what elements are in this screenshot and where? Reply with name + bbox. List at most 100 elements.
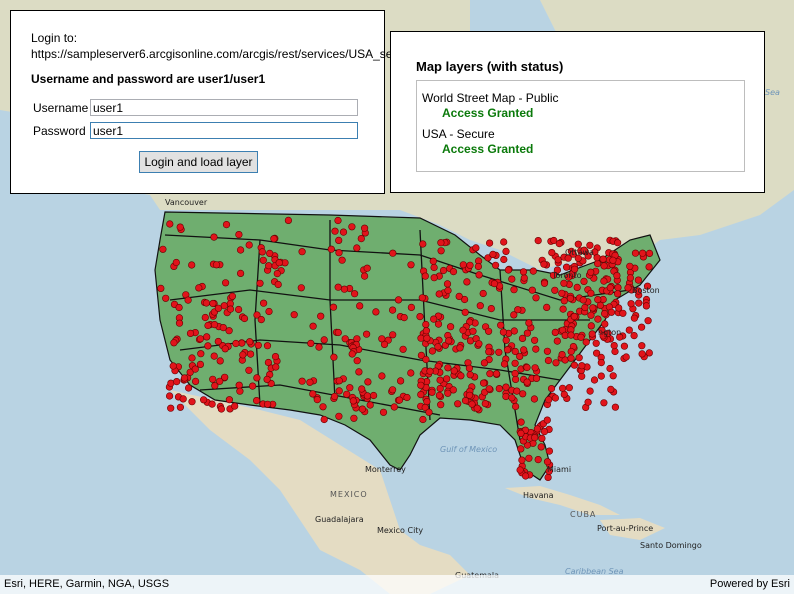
feature-point xyxy=(474,262,483,271)
feature-point xyxy=(510,286,518,294)
password-input[interactable] xyxy=(90,122,358,139)
feature-point xyxy=(537,443,545,451)
feature-point xyxy=(447,323,455,331)
feature-point xyxy=(625,326,633,334)
feature-point xyxy=(631,249,640,257)
layers-list[interactable]: World Street Map - Public Access Granted… xyxy=(416,80,745,172)
feature-point xyxy=(225,327,233,335)
feature-point xyxy=(485,348,493,356)
feature-point xyxy=(339,228,348,236)
feature-point xyxy=(210,233,218,241)
feature-point xyxy=(361,224,369,232)
feature-point xyxy=(577,333,585,341)
feature-point xyxy=(338,256,346,264)
feature-point xyxy=(259,256,267,264)
feature-point xyxy=(469,327,477,335)
feature-point xyxy=(236,387,244,395)
feature-point xyxy=(481,400,489,408)
label-havana: Havana xyxy=(523,491,554,500)
feature-point xyxy=(238,339,246,347)
feature-point xyxy=(642,302,651,310)
layer-name: World Street Map - Public xyxy=(422,91,559,105)
feature-point xyxy=(504,266,513,274)
username-input[interactable] xyxy=(90,99,358,116)
feature-point xyxy=(186,329,195,338)
feature-point xyxy=(395,396,404,404)
feature-point xyxy=(489,250,497,258)
feature-point xyxy=(597,359,605,367)
label-toronto: Toronto xyxy=(551,271,582,280)
feature-point xyxy=(600,399,608,407)
feature-point xyxy=(500,238,508,246)
feature-point xyxy=(570,312,578,321)
feature-point xyxy=(486,370,494,378)
feature-point xyxy=(366,401,374,409)
feature-point xyxy=(422,355,430,364)
label-sea: Sea xyxy=(765,88,780,97)
feature-point xyxy=(560,390,568,399)
feature-point xyxy=(419,240,427,248)
feature-point xyxy=(587,268,595,276)
feature-point xyxy=(216,357,224,365)
label-mexico: MEXICO xyxy=(330,490,368,499)
feature-point xyxy=(520,274,528,282)
label-washington: ngton xyxy=(598,328,621,337)
feature-point xyxy=(222,221,231,229)
feature-point xyxy=(584,398,592,406)
feature-point xyxy=(490,280,499,288)
feature-point xyxy=(547,385,556,393)
feature-point xyxy=(593,260,602,268)
feature-point xyxy=(480,359,489,367)
feature-point xyxy=(169,362,177,370)
feature-point xyxy=(334,216,342,225)
feature-point xyxy=(607,385,615,394)
feature-point xyxy=(634,276,643,284)
feature-point xyxy=(256,279,264,287)
feature-point xyxy=(237,246,245,254)
feature-point xyxy=(209,299,217,308)
feature-point xyxy=(203,333,211,341)
feature-point xyxy=(330,353,338,361)
feature-point xyxy=(357,235,365,243)
feature-point xyxy=(534,237,542,245)
feature-point xyxy=(454,400,462,408)
feature-point xyxy=(476,302,484,310)
feature-point xyxy=(389,249,397,257)
feature-point xyxy=(508,394,516,402)
feature-point xyxy=(353,244,361,252)
login-panel: Login to: https://sampleserver6.arcgison… xyxy=(10,10,515,194)
feature-point xyxy=(567,354,575,362)
feature-point xyxy=(508,275,516,283)
list-item[interactable]: World Street Map - Public Access Granted xyxy=(422,91,744,121)
feature-point xyxy=(204,321,212,330)
feature-point xyxy=(271,353,280,361)
feature-point xyxy=(587,322,595,330)
list-item[interactable]: USA - Secure Access Granted xyxy=(422,127,744,157)
feature-point xyxy=(327,245,335,253)
feature-point xyxy=(635,299,643,307)
feature-point xyxy=(638,350,646,358)
feature-point xyxy=(430,263,438,272)
feature-point xyxy=(457,372,465,380)
feature-point xyxy=(516,352,524,361)
feature-point xyxy=(551,286,559,294)
feature-point xyxy=(436,376,444,384)
feature-point xyxy=(528,286,536,294)
layer-status: Access Granted xyxy=(442,106,534,120)
feature-point xyxy=(566,294,575,303)
feature-point xyxy=(172,258,180,267)
powered-by-text: Powered by Esri xyxy=(709,578,790,590)
feature-point xyxy=(597,372,605,380)
feature-point xyxy=(518,456,526,464)
login-button[interactable]: Login and load layer xyxy=(139,151,258,173)
feature-point xyxy=(417,391,425,399)
feature-point xyxy=(335,377,343,385)
feature-point xyxy=(290,311,298,319)
feature-point xyxy=(551,394,560,402)
feature-point xyxy=(331,392,339,401)
feature-point xyxy=(317,312,325,320)
feature-point xyxy=(567,331,575,339)
feature-point xyxy=(423,398,431,406)
label-gulf: Gulf of Mexico xyxy=(440,445,497,454)
feature-point xyxy=(455,292,463,301)
